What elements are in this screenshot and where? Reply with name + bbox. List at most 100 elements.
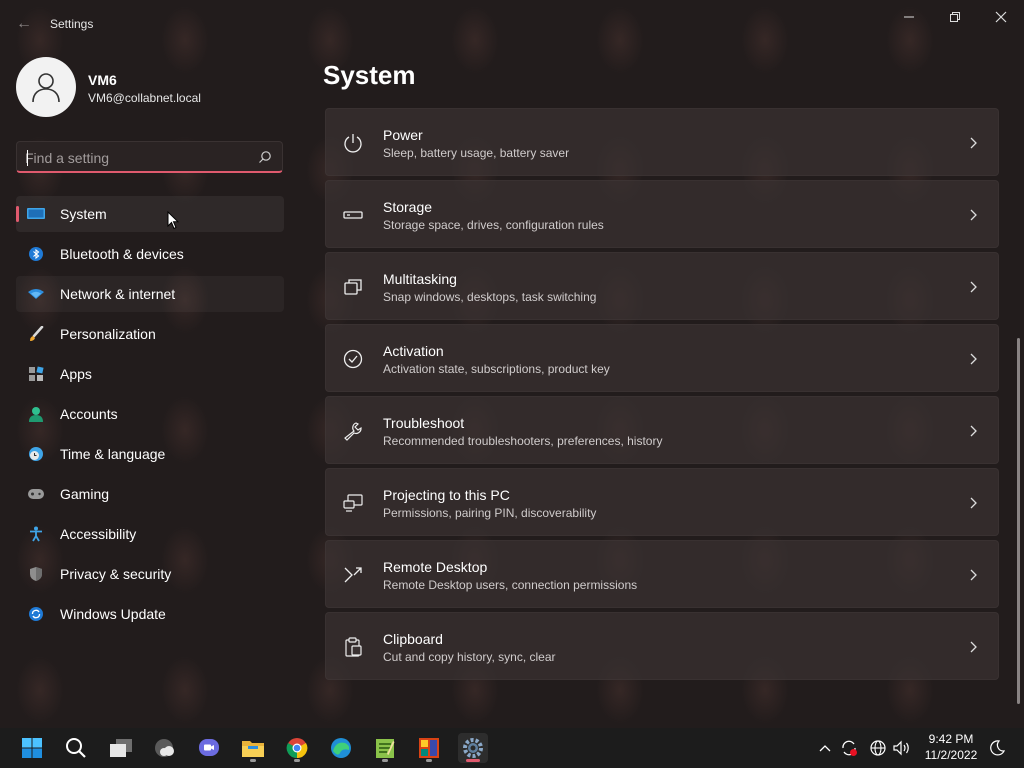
minimize-button[interactable] — [886, 4, 932, 30]
settings-card-list: Power Sleep, battery usage, battery save… — [325, 108, 999, 684]
back-button[interactable]: ← — [10, 12, 38, 36]
sidebar-item-privacy-security[interactable]: Privacy & security — [16, 556, 284, 592]
sidebar-item-label: Accessibility — [60, 526, 137, 542]
task-view-button[interactable] — [106, 733, 136, 763]
settings-icon — [463, 738, 483, 758]
sync-icon — [842, 740, 857, 756]
app-button[interactable] — [414, 733, 444, 763]
focus-assist-button[interactable] — [988, 739, 1006, 757]
widgets-icon — [155, 739, 174, 757]
sidebar-item-label: Accounts — [60, 406, 118, 422]
card-projecting[interactable]: Projecting to this PC Permissions, pairi… — [325, 468, 999, 536]
card-title: Power — [383, 127, 423, 143]
close-icon — [995, 11, 1007, 23]
taskbar-clock[interactable]: 9:42 PM 11/2/2022 — [922, 731, 980, 763]
card-subtitle: Remote Desktop users, connection permiss… — [383, 578, 638, 592]
chevron-right-icon — [970, 137, 977, 149]
card-activation[interactable]: Activation Activation state, subscriptio… — [325, 324, 999, 392]
card-title: Projecting to this PC — [383, 487, 510, 503]
taskbar-search-button[interactable] — [61, 733, 91, 763]
clock-date: 11/2/2022 — [924, 748, 978, 762]
notepad-icon — [376, 739, 395, 758]
wrench-icon — [344, 422, 362, 441]
card-multitasking[interactable]: Multitasking Snap windows, desktops, tas… — [325, 252, 999, 320]
search-box[interactable] — [16, 141, 283, 173]
restore-icon — [950, 12, 960, 22]
globe-icon — [870, 740, 886, 756]
running-indicator — [250, 759, 256, 762]
sidebar-item-system[interactable]: System — [16, 196, 284, 232]
file-explorer-button[interactable] — [238, 733, 268, 763]
restore-button[interactable] — [932, 4, 978, 30]
widgets-button[interactable] — [150, 733, 180, 763]
sidebar-item-personalization[interactable]: Personalization — [16, 316, 284, 352]
sidebar-item-time-language[interactable]: Time & language — [16, 436, 284, 472]
chevron-right-icon — [970, 353, 977, 365]
app-icon — [419, 738, 439, 758]
text-caret — [27, 150, 28, 166]
search-icon — [66, 738, 86, 758]
back-arrow-icon: ← — [16, 15, 32, 32]
chevron-right-icon — [970, 281, 977, 293]
clock-time: 9:42 PM — [928, 732, 974, 746]
network-icon — [27, 286, 45, 302]
sidebar-item-network-internet[interactable]: Network & internet — [16, 276, 284, 312]
volume-button[interactable] — [893, 739, 911, 757]
projecting-icon — [343, 494, 363, 512]
card-storage[interactable]: Storage Storage space, drives, configura… — [325, 180, 999, 248]
search-icon[interactable] — [258, 150, 272, 164]
show-hidden-icons-button[interactable] — [816, 739, 834, 757]
start-button[interactable] — [17, 733, 47, 763]
card-subtitle: Recommended troubleshooters, preferences… — [383, 434, 663, 448]
network-status-button[interactable] — [869, 739, 887, 757]
chevron-right-icon — [970, 209, 977, 221]
sidebar-item-label: Privacy & security — [60, 566, 172, 582]
activation-icon — [343, 349, 363, 369]
card-remote-desktop[interactable]: Remote Desktop Remote Desktop users, con… — [325, 540, 999, 608]
sidebar-item-label: Apps — [60, 366, 92, 382]
search-input[interactable] — [25, 148, 250, 168]
sidebar-item-windows-update[interactable]: Windows Update — [16, 596, 284, 632]
close-button[interactable] — [978, 4, 1024, 30]
taskbar — [0, 728, 1024, 768]
sidebar-item-gaming[interactable]: Gaming — [16, 476, 284, 512]
chrome-button[interactable] — [282, 733, 312, 763]
power-icon — [344, 134, 362, 153]
sidebar-nav: System Bluetooth & devices Network & int… — [16, 196, 284, 636]
sidebar-item-label: Time & language — [60, 446, 166, 462]
card-title: Activation — [383, 343, 444, 359]
chevron-right-icon — [970, 641, 977, 653]
accounts-icon — [27, 406, 45, 422]
card-clipboard[interactable]: Clipboard Cut and copy history, sync, cl… — [325, 612, 999, 680]
active-indicator — [466, 759, 480, 762]
remote-desktop-icon — [344, 567, 362, 583]
sync-status-button[interactable] — [840, 739, 858, 757]
card-title: Troubleshoot — [383, 415, 465, 431]
running-indicator — [426, 759, 432, 762]
sidebar-item-bluetooth-devices[interactable]: Bluetooth & devices — [16, 236, 284, 272]
mouse-cursor-icon — [167, 211, 179, 230]
chat-button[interactable] — [194, 733, 224, 763]
apps-icon — [27, 366, 45, 382]
sidebar-item-label: Windows Update — [60, 606, 166, 622]
volume-icon — [893, 740, 909, 756]
task-view-icon — [110, 739, 132, 757]
running-indicator — [382, 759, 388, 762]
notepad-button[interactable] — [370, 733, 400, 763]
sidebar-item-apps[interactable]: Apps — [16, 356, 284, 392]
storage-icon — [343, 211, 363, 219]
moon-icon — [990, 740, 1005, 756]
sidebar-item-accounts[interactable]: Accounts — [16, 396, 284, 432]
avatar[interactable] — [16, 57, 76, 117]
edge-button[interactable] — [326, 733, 356, 763]
sidebar-item-accessibility[interactable]: Accessibility — [16, 516, 284, 552]
settings-taskbar-button[interactable] — [458, 733, 488, 763]
chrome-icon — [286, 738, 308, 759]
card-power[interactable]: Power Sleep, battery usage, battery save… — [325, 108, 999, 176]
title-bar: ← Settings — [0, 0, 1024, 48]
card-troubleshoot[interactable]: Troubleshoot Recommended troubleshooters… — [325, 396, 999, 464]
page-title: System — [323, 60, 416, 90]
user-email: VM6@collabnet.local — [88, 91, 201, 105]
shield-icon — [27, 566, 45, 582]
scrollbar-thumb[interactable] — [1017, 338, 1020, 704]
